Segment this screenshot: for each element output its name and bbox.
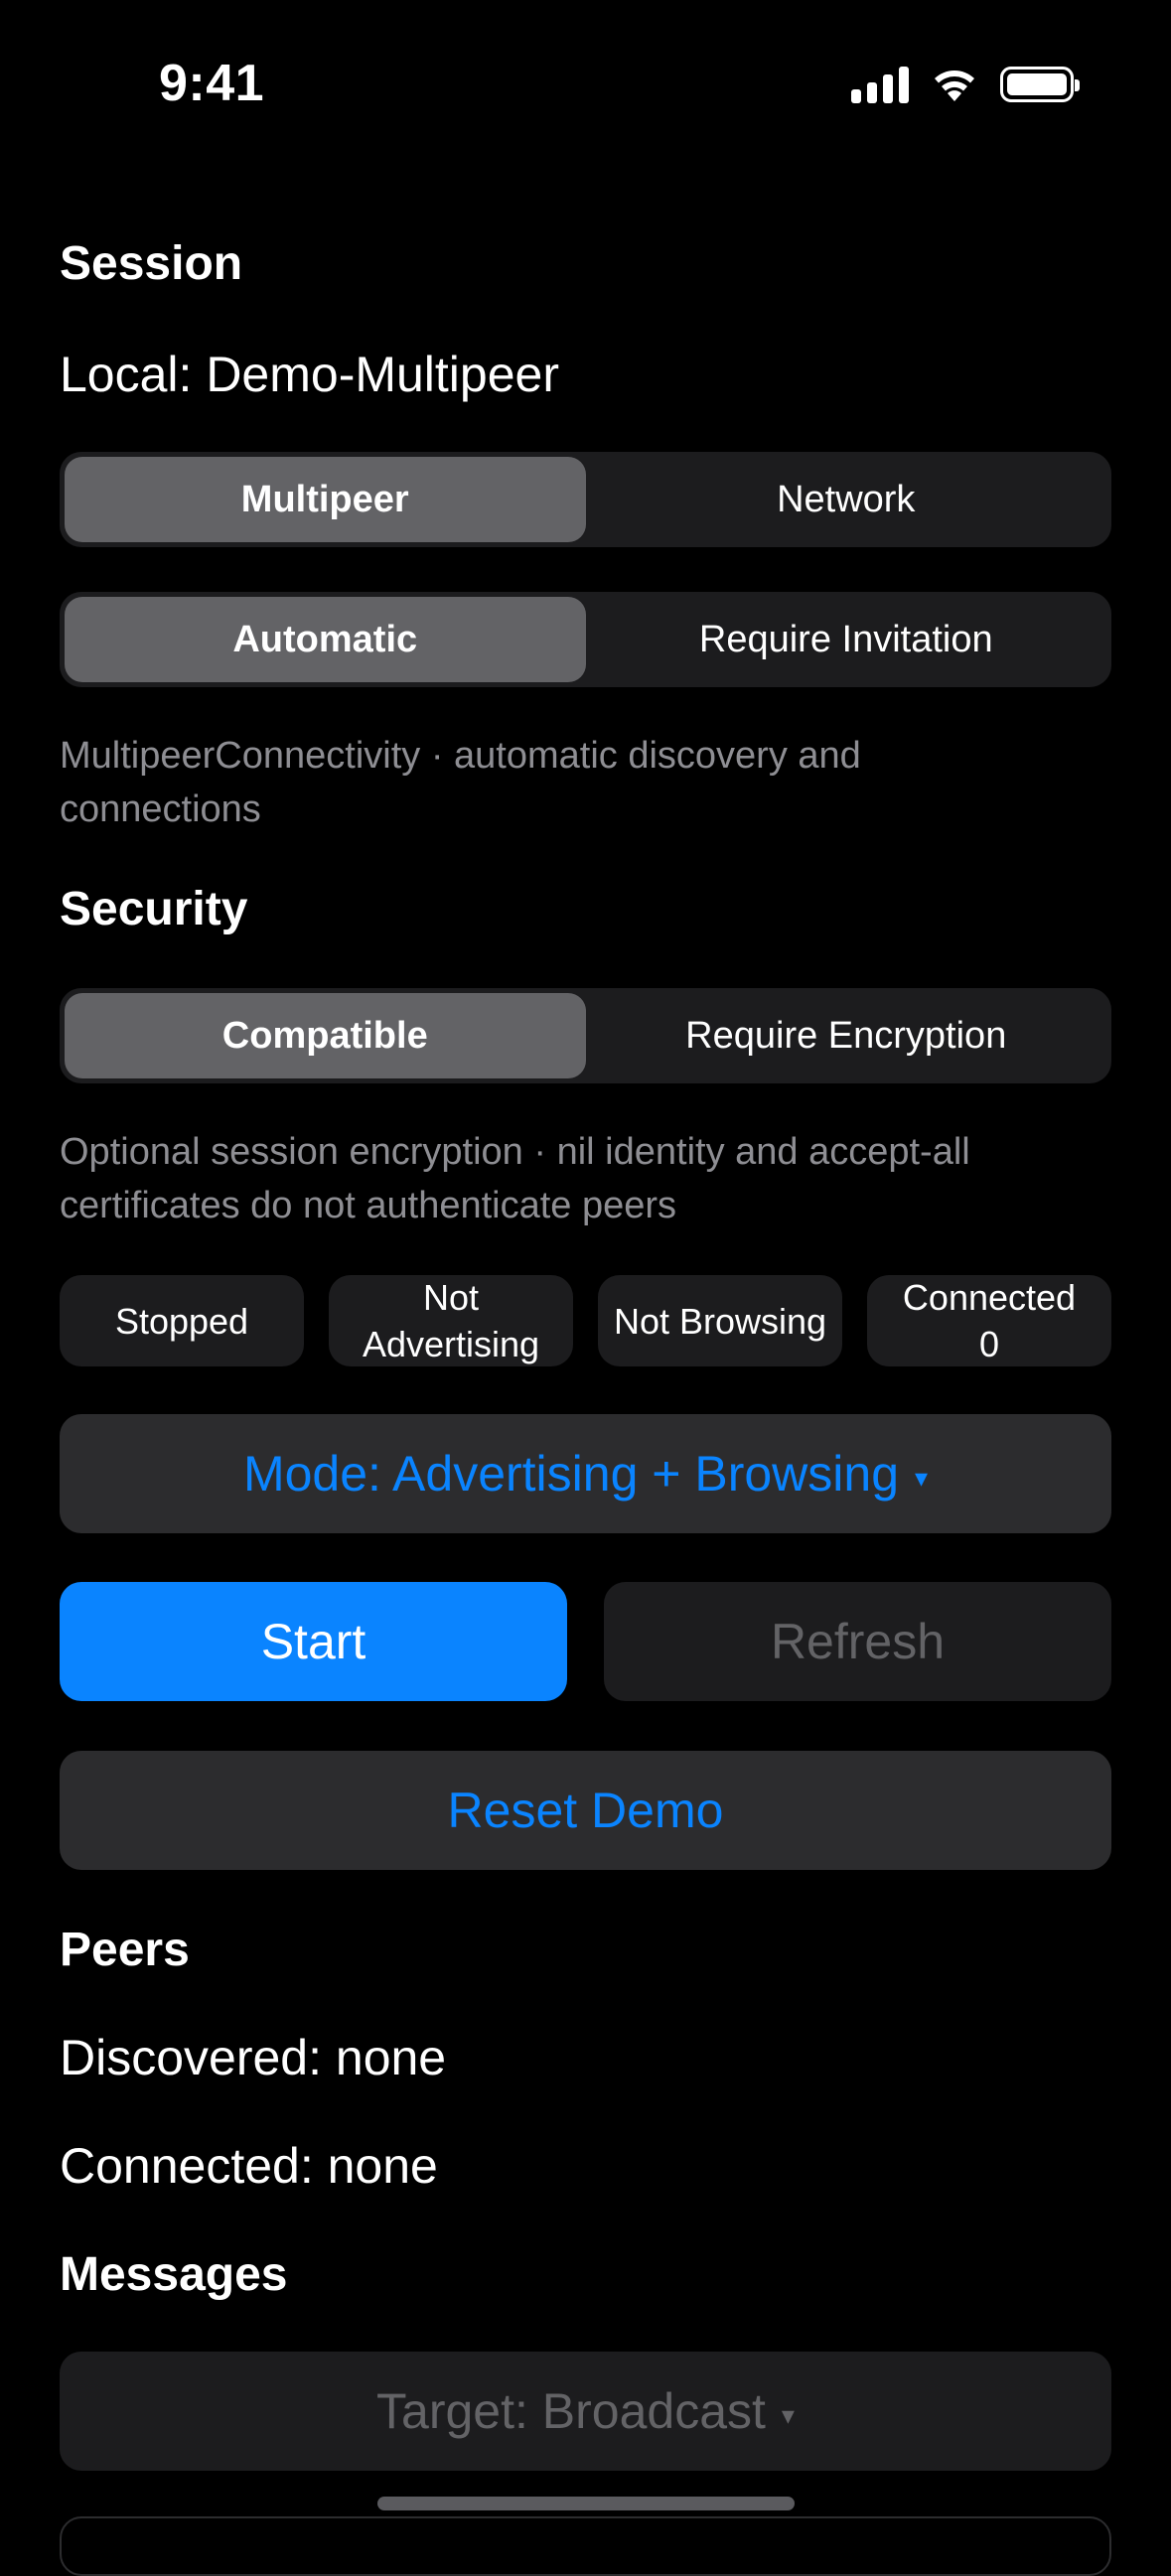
session-state-badge: Stopped (60, 1275, 304, 1366)
cellular-signal-icon (851, 66, 909, 103)
session-description: MultipeerConnectivity · automatic discov… (60, 735, 861, 830)
messages-title: Messages (60, 2248, 288, 2301)
mode-picker-label: Mode: Advertising + Browsing (242, 1446, 899, 1502)
segment-network[interactable]: Network (586, 457, 1107, 542)
segment-multipeer[interactable]: Multipeer (65, 457, 586, 542)
connection-segmented-control: Automatic Require Invitation (60, 592, 1111, 687)
discovered-peers-text: Discovered: none (60, 2030, 447, 2085)
local-peer-name: Local: Demo-Multipeer (60, 347, 559, 402)
mode-picker-button[interactable]: Mode: Advertising + Browsing ▾ (60, 1414, 1111, 1533)
home-indicator[interactable] (377, 2497, 795, 2510)
refresh-button[interactable]: Refresh (604, 1582, 1111, 1701)
reset-demo-button[interactable]: Reset Demo (60, 1751, 1111, 1870)
connected-peers-text: Connected: none (60, 2138, 438, 2194)
browsing-status-badge: Not Browsing (598, 1275, 842, 1366)
security-title: Security (60, 883, 248, 935)
security-segmented-control: Compatible Require Encryption (60, 988, 1111, 1083)
message-input-field[interactable] (60, 2516, 1111, 2576)
peers-title: Peers (60, 1924, 190, 1976)
chevron-down-icon: ▾ (915, 1462, 929, 1493)
connected-count-badge: Connected 0 (867, 1275, 1111, 1366)
security-description: Optional session encryption · nil identi… (60, 1131, 970, 1226)
segment-automatic[interactable]: Automatic (65, 597, 586, 682)
segment-require-encryption[interactable]: Require Encryption (586, 993, 1107, 1078)
target-picker-button[interactable]: Target: Broadcast ▾ (60, 2352, 1111, 2471)
segment-require-invitation[interactable]: Require Invitation (586, 597, 1107, 682)
advertising-status-badge: Not Advertising (329, 1275, 573, 1366)
status-time: 9:41 (159, 55, 265, 112)
chevron-down-icon: ▾ (781, 2399, 795, 2430)
wifi-icon (935, 71, 974, 101)
status-bar: 9:41 (0, 0, 1171, 149)
status-chips: Stopped Not Advertising Not Browsing Con… (60, 1275, 1111, 1366)
transport-segmented-control: Multipeer Network (60, 452, 1111, 547)
target-picker-label: Target: Broadcast (376, 2383, 766, 2439)
start-button[interactable]: Start (60, 1582, 567, 1701)
segment-compatible[interactable]: Compatible (65, 993, 586, 1078)
session-title: Session (60, 237, 243, 290)
battery-icon (1000, 67, 1080, 102)
status-icons (851, 66, 1080, 103)
